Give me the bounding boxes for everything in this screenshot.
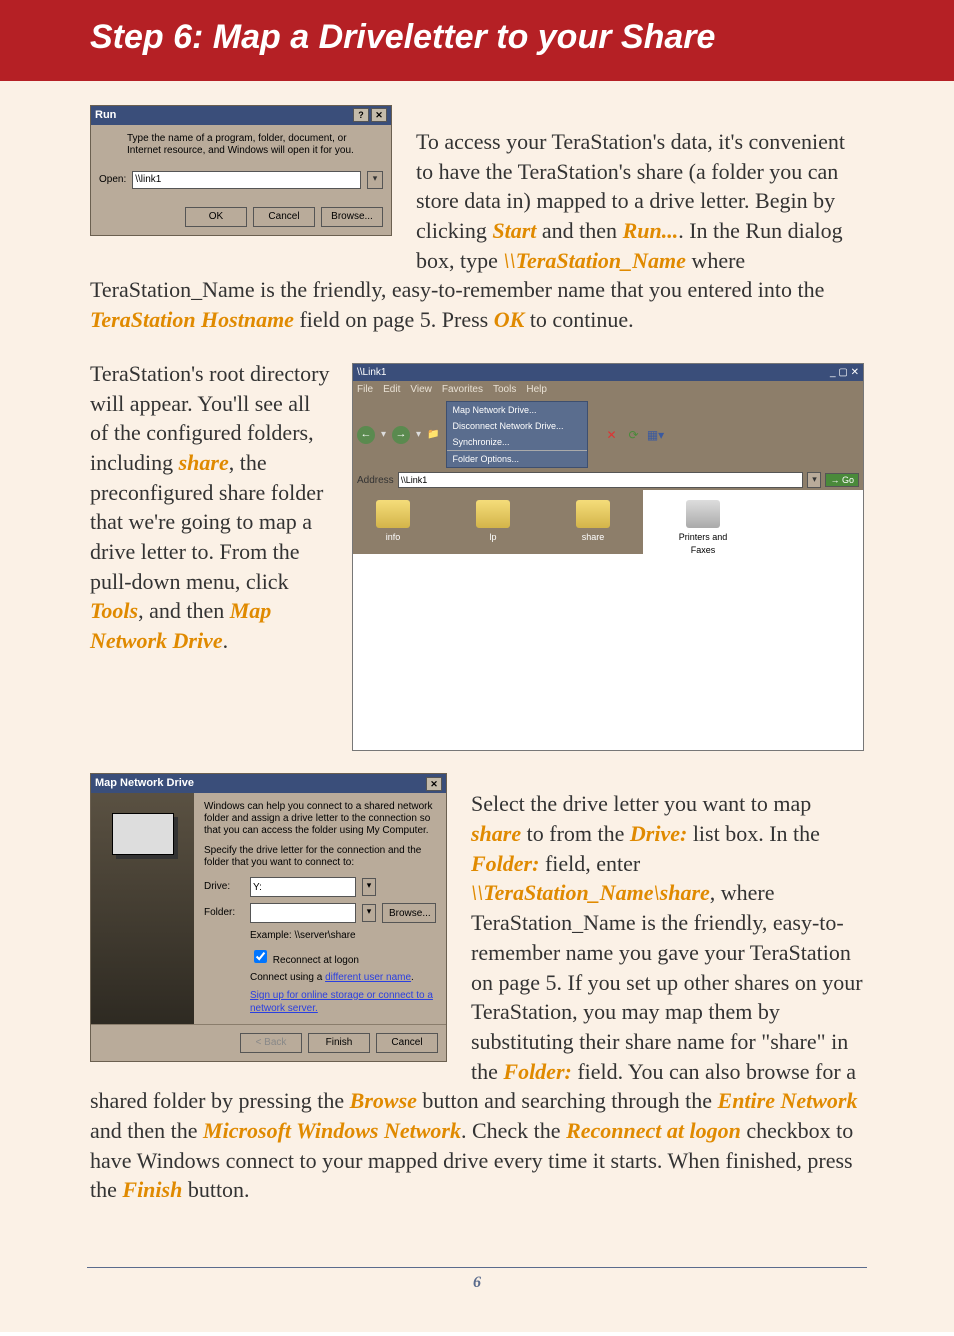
menu-item-folder-options[interactable]: Folder Options... (447, 450, 587, 467)
folder-label: Folder: (204, 906, 244, 920)
delete-icon[interactable]: ✕ (604, 427, 620, 443)
hl-share2: share (471, 821, 521, 846)
hl-share: share (179, 450, 229, 475)
hl-browse: Browse (350, 1088, 417, 1113)
hl-drive: Drive: (630, 821, 687, 846)
hl-hostname: TeraStation Hostname (90, 307, 294, 332)
folder-icon (476, 500, 510, 528)
back-icon[interactable]: ← (357, 426, 375, 444)
open-label: Open: (99, 173, 126, 187)
menu-view[interactable]: View (410, 383, 432, 397)
address-input[interactable] (398, 472, 804, 488)
window-buttons[interactable]: _ ▢ ✕ (830, 366, 859, 380)
address-label: Address (357, 474, 394, 488)
up-icon[interactable]: 📁 (427, 428, 439, 442)
tools-dropdown-menu: Map Network Drive... Disconnect Network … (446, 401, 588, 469)
folder-dropdown-icon[interactable]: ▾ (362, 904, 376, 922)
folder-icon (376, 500, 410, 528)
menu-item-map-drive[interactable]: Map Network Drive... (447, 402, 587, 418)
help-icon[interactable]: ? (353, 108, 369, 122)
back-button[interactable]: < Back (240, 1033, 302, 1053)
folder-lp[interactable]: lp (463, 500, 523, 543)
menu-file[interactable]: File (357, 383, 373, 397)
open-input[interactable] (132, 171, 361, 189)
page: Step 6: Map a Driveletter to your Share … (0, 0, 954, 1332)
finish-button[interactable]: Finish (308, 1033, 370, 1053)
menu-item-synchronize[interactable]: Synchronize... (447, 434, 587, 450)
explorer-menubar: File Edit View Favorites Tools Help (353, 381, 863, 399)
run-dialog-text: Type the name of a program, folder, docu… (127, 133, 383, 157)
content-area: Run ? ✕ Type the name of a program, fold… (0, 81, 954, 1237)
menu-item-disconnect[interactable]: Disconnect Network Drive... (447, 418, 587, 434)
browse-button[interactable]: Browse... (321, 207, 383, 227)
map-dialog-text-2: Specify the drive letter for the connect… (204, 845, 436, 869)
back-dropdown-icon[interactable]: ▾ (381, 428, 386, 442)
run-dialog: Run ? ✕ Type the name of a program, fold… (90, 105, 392, 236)
hl-finish: Finish (122, 1177, 182, 1202)
explorer-titlebar: \\Link1 _ ▢ ✕ (353, 364, 863, 382)
ok-button[interactable]: OK (185, 207, 247, 227)
forward-icon[interactable]: → (392, 426, 410, 444)
printers-icon (686, 500, 720, 528)
address-bar: Address ▾ → Go (353, 470, 863, 490)
menu-favorites[interactable]: Favorites (442, 383, 483, 397)
folder-icon (576, 500, 610, 528)
explorer-title: \\Link1 (357, 366, 386, 380)
views-icon[interactable]: ▦▾ (648, 427, 664, 443)
map-network-drive-dialog: Map Network Drive ✕ Windows can help you… (90, 773, 447, 1061)
map-dialog-sidebar-image (91, 793, 194, 1024)
explorer-toolbar: ← ▾ → ▾ 📁 Map Network Drive... Disconnec… (353, 399, 863, 471)
hl-path: \\TeraStation_Name\share (471, 880, 710, 905)
hl-ok: OK (494, 307, 525, 332)
go-button[interactable]: → Go (825, 473, 859, 487)
forward-dropdown-icon[interactable]: ▾ (416, 428, 421, 442)
address-dropdown-icon[interactable]: ▾ (807, 472, 821, 488)
explorer-window: \\Link1 _ ▢ ✕ File Edit View Favorites T… (352, 363, 864, 752)
explorer-content: info lp share Printers and Faxes (353, 490, 863, 750)
close-icon[interactable]: ✕ (371, 108, 387, 122)
hl-folder2: Folder: (503, 1059, 571, 1084)
hl-run: Run... (623, 218, 679, 243)
folder-printers-faxes[interactable]: Printers and Faxes (673, 500, 733, 555)
hl-terastation-name: \\TeraStation_Name (503, 248, 686, 273)
reconnect-label: Reconnect at logon (273, 955, 359, 966)
reconnect-checkbox[interactable] (254, 950, 267, 963)
online-storage-link[interactable]: Sign up for online storage or connect to… (250, 989, 436, 1016)
cancel-button[interactable]: Cancel (376, 1033, 438, 1053)
drive-label: Drive: (204, 880, 244, 894)
drive-icon (112, 813, 174, 855)
hl-ms-windows-network: Microsoft Windows Network (203, 1118, 461, 1143)
example-text: Example: \\server\share (250, 929, 436, 943)
folder-info[interactable]: info (363, 500, 423, 543)
drive-dropdown-icon[interactable]: ▾ (362, 878, 376, 896)
hl-start: Start (492, 218, 536, 243)
map-dialog-titlebar: Map Network Drive ✕ (91, 774, 446, 793)
menu-edit[interactable]: Edit (383, 383, 400, 397)
hl-reconnect: Reconnect at logon (566, 1118, 741, 1143)
close-icon[interactable]: ✕ (426, 777, 442, 791)
hl-tools: Tools (90, 598, 138, 623)
step-header: Step 6: Map a Driveletter to your Share (0, 0, 954, 81)
map-dialog-text-1: Windows can help you connect to a shared… (204, 801, 436, 837)
run-dialog-titlebar: Run ? ✕ (91, 106, 391, 125)
run-dialog-title: Run (95, 108, 116, 123)
sync-icon[interactable]: ⟳ (626, 427, 642, 443)
dropdown-icon[interactable]: ▾ (367, 171, 383, 189)
browse-button[interactable]: Browse... (382, 903, 436, 923)
cancel-button[interactable]: Cancel (253, 207, 315, 227)
different-user-link[interactable]: different user name (325, 972, 411, 983)
page-number: 6 (87, 1267, 867, 1292)
hl-folder: Folder: (471, 851, 539, 876)
menu-help[interactable]: Help (526, 383, 547, 397)
folder-input[interactable] (250, 903, 356, 923)
folder-share[interactable]: share (563, 500, 623, 543)
hl-entire-network: Entire Network (718, 1088, 858, 1113)
menu-tools[interactable]: Tools (493, 383, 516, 397)
drive-select[interactable] (250, 877, 356, 897)
map-dialog-title: Map Network Drive (95, 776, 194, 791)
